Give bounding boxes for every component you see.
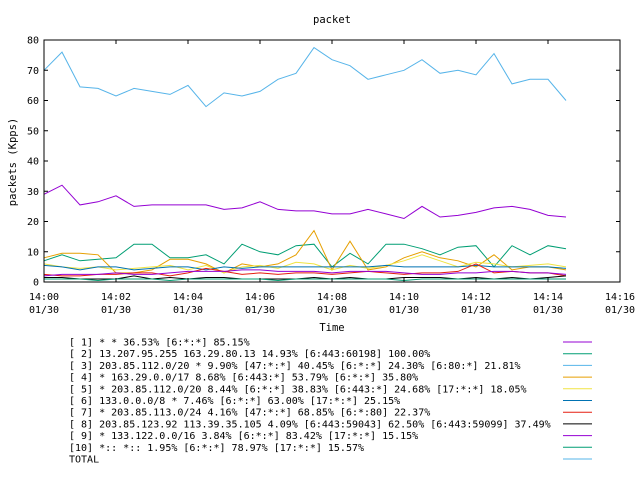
series-line-3 <box>43 46 567 108</box>
x-tick-date-label: 01/30 <box>173 305 203 316</box>
y-tick-label: 70 <box>27 66 39 77</box>
plot-border <box>43 39 621 283</box>
x-tick-time-label: 14:14 <box>533 292 563 303</box>
legend-entry-2: [ 2] 13.207.95.255 163.29.80.13 14.93% [… <box>69 349 430 360</box>
series-line-7 <box>43 263 567 277</box>
plot-series <box>43 46 567 282</box>
series-line-10 <box>44 278 566 282</box>
y-tick-labels: 0 10 20 30 40 50 60 70 80 <box>27 36 39 289</box>
x-tick-labels: 14:00 01/30 14:02 01/30 14:04 01/30 14:06 01/30… <box>29 292 635 316</box>
x-tick-date-label: 01/30 <box>533 305 563 316</box>
chart-title: packet <box>313 14 351 26</box>
legend-entry-10: [10] *:: *:: 1.95% [6:*:*] 78.97% [17:*:… <box>69 443 364 454</box>
y-axis-label: packets (Kpps) <box>7 118 19 207</box>
y-tick-label: 20 <box>27 217 39 228</box>
x-tick-time-label: 14:04 <box>173 292 203 303</box>
x-tick-date-label: 01/30 <box>389 305 419 316</box>
chart: packet packets (Kpps) Time 0 10 20 30 40 50 60… <box>7 14 635 466</box>
series-line-1 <box>43 184 567 220</box>
x-tick-time-label: 14:12 <box>461 292 491 303</box>
x-tick-date-label: 01/30 <box>317 305 347 316</box>
x-tick-date-label: 01/30 <box>245 305 275 316</box>
legend-entry-8: [ 8] 203.85.123.92 113.39.35.105 4.09% [… <box>69 419 551 430</box>
legend-entry-6: [ 6] 133.0.0.0/8 * 7.46% [6:*:*] 63.00% … <box>69 396 400 407</box>
y-tick-label: 10 <box>27 247 39 258</box>
legend-entry-11: TOTAL <box>69 455 99 466</box>
y-tick-label: 50 <box>27 126 39 137</box>
x-tick-date-label: 01/30 <box>605 305 635 316</box>
y-tick-label: 40 <box>27 157 39 168</box>
legend-entry-3: [ 3] 203.85.112.0/20 * 9.90% [47:*:*] 40… <box>69 361 521 372</box>
y-tick-label: 80 <box>27 36 39 47</box>
x-axis-label: Time <box>319 322 344 334</box>
legend-entry-4: [ 4] * 163.29.0.0/17 8.68% [6:443:*] 53.… <box>69 373 418 384</box>
x-tick-time-label: 14:00 <box>29 292 59 303</box>
y-tick-label: 0 <box>33 278 39 289</box>
x-tick-time-label: 14:08 <box>317 292 347 303</box>
legend: [ 1] * * 36.53% [6:*:*] 85.15%[ 2] 13.20… <box>69 338 592 466</box>
x-tick-time-label: 14:10 <box>389 292 419 303</box>
legend-entry-5: [ 5] * 203.85.112.0/20 8.44% [6:*:*] 38.… <box>69 384 527 395</box>
x-tick-date-label: 01/30 <box>101 305 131 316</box>
legend-entry-1: [ 1] * * 36.53% [6:*:*] 85.15% <box>69 338 250 349</box>
y-tick-label: 30 <box>27 187 39 198</box>
x-tick-date-label: 01/30 <box>29 305 59 316</box>
legend-entry-9: [ 9] * 133.122.0.0/16 3.84% [6:*:*] 83.4… <box>69 431 418 442</box>
plot-frame <box>43 39 621 283</box>
x-tick-time-label: 14:06 <box>245 292 275 303</box>
x-tick-date-label: 01/30 <box>461 305 491 316</box>
x-tick-time-label: 14:16 <box>605 292 635 303</box>
y-tick-label: 60 <box>27 96 39 107</box>
legend-entry-7: [ 7] * 203.85.113.0/24 4.16% [47:*:*] 68… <box>69 408 430 419</box>
x-tick-time-label: 14:02 <box>101 292 131 303</box>
